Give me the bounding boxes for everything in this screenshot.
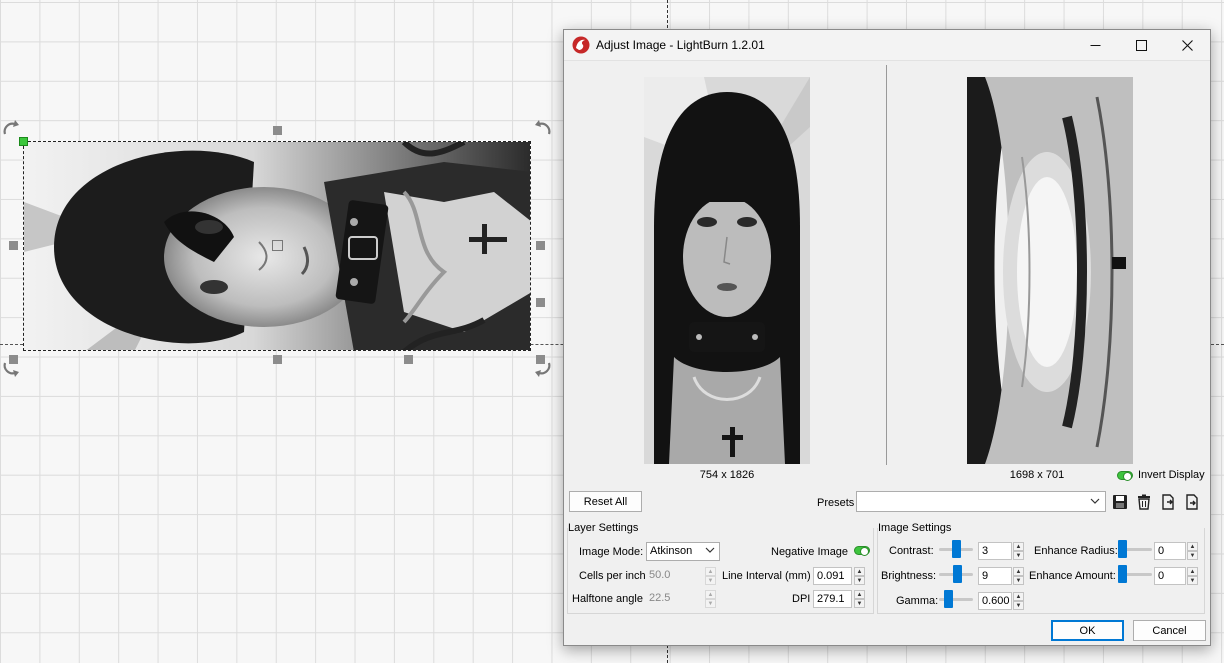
presets-dropdown[interactable] (856, 491, 1106, 512)
negative-image-label: Negative Image (771, 546, 849, 558)
minimize-button[interactable] (1072, 30, 1118, 61)
import-icon (1162, 494, 1174, 510)
gamma-slider-thumb[interactable] (944, 590, 953, 608)
cells-per-inch-input[interactable]: 50.0 (646, 567, 704, 585)
rotate-handle-top-right-icon[interactable] (533, 120, 553, 140)
brightness-slider[interactable] (939, 565, 973, 583)
scale-handle-left[interactable] (9, 241, 18, 250)
contrast-slider[interactable] (939, 540, 973, 558)
reset-all-button[interactable]: Reset All (569, 491, 642, 512)
brightness-input[interactable]: 9 (978, 567, 1012, 585)
gamma-input[interactable]: 0.600 (978, 592, 1012, 610)
save-icon (1113, 495, 1127, 509)
rotate-handle-top-left-icon[interactable] (1, 120, 21, 140)
dpi-input[interactable]: 279.1 (813, 590, 852, 608)
enhance-amount-input[interactable]: 0 (1154, 567, 1186, 585)
invert-display-toggle[interactable]: Invert Display (1117, 469, 1205, 481)
original-image-preview (644, 77, 810, 464)
enhance-amount-label: Enhance Amount: (1029, 570, 1116, 582)
scale-handle-top[interactable] (273, 126, 282, 135)
layer-settings-title: Layer Settings (568, 522, 642, 534)
halftone-angle-stepper[interactable]: ▲ ▼ (705, 590, 716, 608)
brightness-label: Brightness: (881, 570, 937, 582)
dpi-label: DPI (792, 593, 811, 605)
export-icon (1186, 494, 1198, 510)
delete-icon (1138, 494, 1150, 510)
enhance-radius-label: Enhance Radius: (1034, 545, 1118, 557)
rotate-handle-bottom-right-icon[interactable] (533, 357, 553, 377)
enhance-amount-slider-thumb[interactable] (1118, 565, 1127, 583)
contrast-slider-thumb[interactable] (952, 540, 961, 558)
line-interval-label: Line Interval (mm) (722, 570, 811, 582)
enhance-radius-slider[interactable] (1118, 540, 1152, 558)
enhance-radius-slider-thumb[interactable] (1118, 540, 1127, 558)
negative-image-toggle[interactable] (854, 546, 870, 556)
export-preset-button[interactable] (1181, 491, 1203, 513)
contrast-stepper[interactable]: ▲ ▼ (1013, 542, 1024, 560)
rotate-handle-bottom-left-icon[interactable] (1, 357, 21, 377)
lightburn-logo-icon (572, 36, 590, 54)
import-preset-button[interactable] (1157, 491, 1179, 513)
enhance-amount-slider[interactable] (1118, 565, 1152, 583)
image-mode-dropdown[interactable]: Atkinson (646, 542, 720, 561)
delete-preset-button[interactable] (1133, 491, 1155, 513)
adjust-image-dialog: Adjust Image - LightBurn 1.2.01 754 x 18… (563, 29, 1211, 646)
original-size-label: 754 x 1826 (699, 469, 755, 481)
gamma-label: Gamma: (896, 595, 939, 607)
scale-handle-bottom[interactable] (273, 355, 282, 364)
skew-handle-bottom[interactable] (404, 355, 413, 364)
gamma-slider[interactable] (939, 590, 973, 608)
halftone-angle-input[interactable]: 22.5 (646, 590, 704, 608)
presets-label: Presets (817, 497, 855, 509)
preview-area: 754 x 1826 1698 x 701 Invert Display (564, 62, 1210, 492)
rotation-center-handle[interactable] (272, 240, 283, 251)
chevron-down-icon (705, 547, 715, 553)
line-interval-input[interactable]: 0.091 (813, 567, 852, 585)
image-settings-title: Image Settings (878, 522, 955, 534)
window-title: Adjust Image - LightBurn 1.2.01 (596, 38, 765, 52)
enhance-radius-stepper[interactable]: ▲ ▼ (1187, 542, 1198, 560)
brightness-stepper[interactable]: ▲ ▼ (1013, 567, 1024, 585)
cells-per-inch-stepper[interactable]: ▲ ▼ (705, 567, 716, 585)
invert-display-switch[interactable] (1117, 470, 1133, 481)
halftone-angle-label: Halftone angle (572, 593, 643, 605)
close-icon (1181, 39, 1193, 51)
save-preset-button[interactable] (1109, 491, 1131, 513)
original-photo (644, 77, 810, 464)
enhance-radius-input[interactable]: 0 (1154, 542, 1186, 560)
processed-image-preview (967, 77, 1133, 464)
close-button[interactable] (1164, 30, 1210, 61)
dpi-stepper[interactable]: ▲ ▼ (854, 590, 865, 608)
processed-photo (967, 77, 1133, 464)
contrast-label: Contrast: (889, 545, 934, 557)
image-mode-label: Image Mode: (579, 546, 644, 558)
image-mode-value: Atkinson (650, 545, 693, 557)
skew-handle-right[interactable] (536, 298, 545, 307)
contrast-input[interactable]: 3 (978, 542, 1012, 560)
cancel-button[interactable]: Cancel (1133, 620, 1206, 641)
invert-display-label: Invert Display (1138, 469, 1205, 481)
minimize-icon (1090, 44, 1100, 46)
scale-handle-right[interactable] (536, 241, 545, 250)
chevron-down-icon (1090, 498, 1100, 504)
maximize-icon (1135, 39, 1147, 51)
title-bar[interactable]: Adjust Image - LightBurn 1.2.01 (564, 30, 1210, 61)
gamma-stepper[interactable]: ▲ ▼ (1013, 592, 1024, 610)
processed-size-label: 1698 x 701 (1009, 469, 1065, 481)
brightness-slider-thumb[interactable] (953, 565, 962, 583)
maximize-button[interactable] (1118, 30, 1164, 61)
cells-per-inch-label: Cells per inch (579, 570, 646, 582)
enhance-amount-stepper[interactable]: ▲ ▼ (1187, 567, 1198, 585)
line-interval-stepper[interactable]: ▲ ▼ (854, 567, 865, 585)
preview-divider (886, 65, 887, 465)
ok-button[interactable]: OK (1051, 620, 1124, 641)
